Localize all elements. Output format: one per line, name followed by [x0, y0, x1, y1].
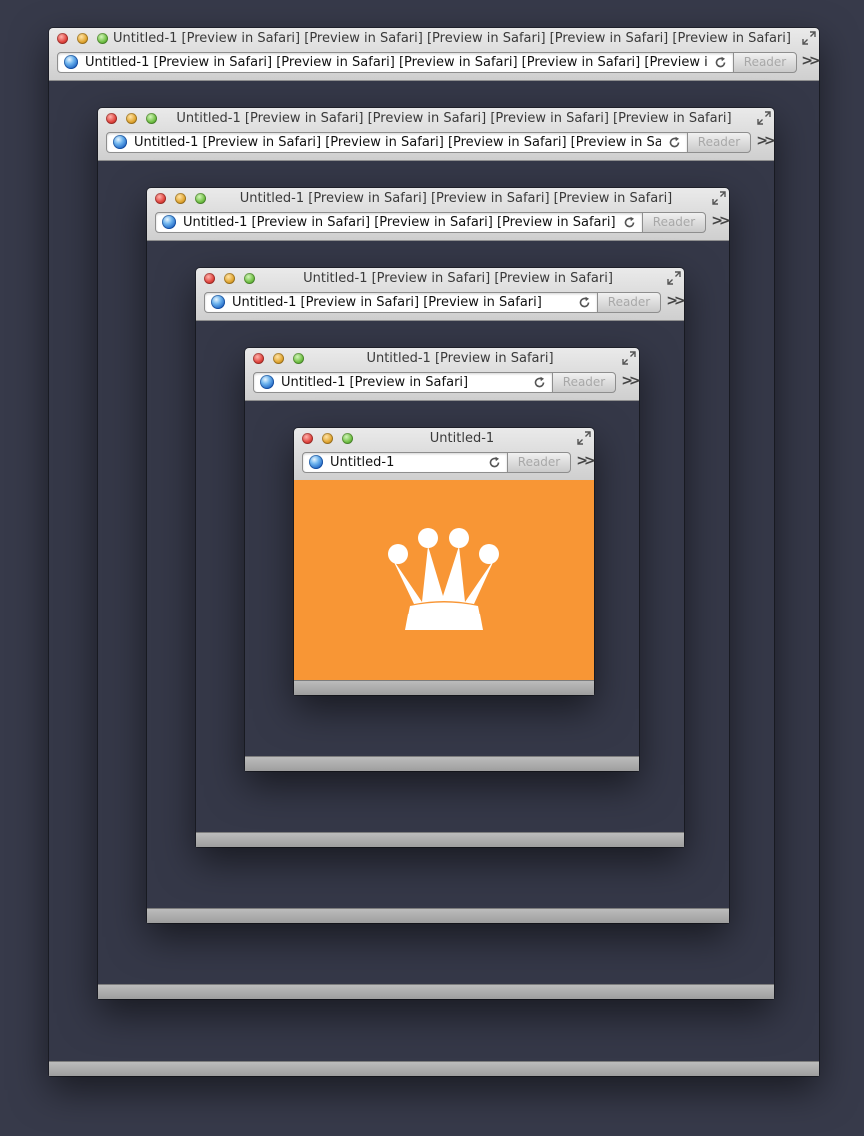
- zoom-button[interactable]: [97, 33, 108, 44]
- address-bar[interactable]: Untitled-1: [302, 452, 508, 473]
- window-toolbar: Untitled-1 [Preview in Safari] [Preview …: [196, 268, 686, 321]
- globe-icon: [260, 375, 274, 389]
- minimize-button[interactable]: [273, 353, 284, 364]
- page-content: [294, 480, 594, 680]
- status-bar: [98, 984, 774, 999]
- fullscreen-icon[interactable]: [622, 351, 636, 365]
- reader-button[interactable]: Reader: [597, 292, 661, 313]
- window-title: Untitled-1 [Preview in Safari] [Preview …: [113, 31, 791, 46]
- chevron-more-icon[interactable]: >>: [801, 54, 820, 68]
- fullscreen-icon[interactable]: [667, 271, 681, 285]
- reader-button[interactable]: Reader: [687, 132, 751, 153]
- chevron-more-icon[interactable]: >>: [666, 294, 685, 308]
- minimize-button[interactable]: [175, 193, 186, 204]
- status-bar: [147, 908, 729, 923]
- reload-icon[interactable]: [488, 456, 501, 469]
- address-field[interactable]: Untitled-1 [Preview in Safari] [Preview …: [85, 53, 707, 72]
- address-field[interactable]: Untitled-1 [Preview in Safari]: [281, 373, 526, 392]
- zoom-button[interactable]: [293, 353, 304, 364]
- address-bar[interactable]: Untitled-1 [Preview in Safari] [Preview …: [204, 292, 598, 313]
- chevron-more-icon[interactable]: >>: [576, 454, 595, 468]
- reader-button[interactable]: Reader: [733, 52, 797, 73]
- close-button[interactable]: [106, 113, 117, 124]
- fullscreen-icon[interactable]: [577, 431, 591, 445]
- chevron-more-icon[interactable]: >>: [711, 214, 730, 228]
- window-toolbar: Untitled-1 [Preview in Safari] [Preview …: [49, 28, 821, 81]
- minimize-button[interactable]: [224, 273, 235, 284]
- address-bar[interactable]: Untitled-1 [Preview in Safari] [Preview …: [106, 132, 688, 153]
- window-toolbar: Untitled-1 [Preview in Safari] [Preview …: [98, 108, 776, 161]
- address-field[interactable]: Untitled-1 [Preview in Safari] [Preview …: [183, 213, 616, 232]
- reload-icon[interactable]: [623, 216, 636, 229]
- fullscreen-icon[interactable]: [757, 111, 771, 125]
- reader-button[interactable]: Reader: [507, 452, 571, 473]
- crown-icon: [388, 528, 499, 630]
- chevron-more-icon[interactable]: >>: [756, 134, 775, 148]
- reload-icon[interactable]: [714, 56, 727, 69]
- minimize-button[interactable]: [77, 33, 88, 44]
- close-button[interactable]: [253, 353, 264, 364]
- reload-icon[interactable]: [578, 296, 591, 309]
- close-button[interactable]: [302, 433, 313, 444]
- close-button[interactable]: [204, 273, 215, 284]
- window-title: Untitled-1: [429, 431, 495, 446]
- address-bar[interactable]: Untitled-1 [Preview in Safari] [Preview …: [57, 52, 734, 73]
- address-field[interactable]: Untitled-1 [Preview in Safari] [Preview …: [134, 133, 661, 152]
- address-field[interactable]: Untitled-1: [330, 453, 481, 472]
- globe-icon: [162, 215, 176, 229]
- zoom-button[interactable]: [244, 273, 255, 284]
- window-title: Untitled-1 [Preview in Safari]: [366, 351, 554, 366]
- address-bar[interactable]: Untitled-1 [Preview in Safari] [Preview …: [155, 212, 643, 233]
- minimize-button[interactable]: [126, 113, 137, 124]
- reader-button[interactable]: Reader: [552, 372, 616, 393]
- fullscreen-icon[interactable]: [712, 191, 726, 205]
- window-title: Untitled-1 [Preview in Safari] [Preview …: [239, 191, 673, 206]
- window-title: Untitled-1 [Preview in Safari] [Preview …: [176, 111, 732, 126]
- reload-icon[interactable]: [533, 376, 546, 389]
- chevron-more-icon[interactable]: >>: [621, 374, 640, 388]
- window-toolbar: Untitled-1 Untitled-1 Reader >>: [294, 428, 596, 481]
- status-bar: [49, 1061, 819, 1076]
- minimize-button[interactable]: [322, 433, 333, 444]
- globe-icon: [211, 295, 225, 309]
- address-field[interactable]: Untitled-1 [Preview in Safari] [Preview …: [232, 293, 571, 312]
- safari-window-6: Untitled-1 Untitled-1 Reader >>: [294, 428, 596, 695]
- close-button[interactable]: [155, 193, 166, 204]
- reload-icon[interactable]: [668, 136, 681, 149]
- zoom-button[interactable]: [146, 113, 157, 124]
- window-toolbar: Untitled-1 [Preview in Safari] [Preview …: [147, 188, 731, 241]
- status-bar: [196, 832, 684, 847]
- window-toolbar: Untitled-1 [Preview in Safari] Untitled-…: [245, 348, 641, 401]
- reader-button[interactable]: Reader: [642, 212, 706, 233]
- close-button[interactable]: [57, 33, 68, 44]
- window-title: Untitled-1 [Preview in Safari] [Preview …: [303, 271, 613, 286]
- globe-icon: [113, 135, 127, 149]
- globe-icon: [309, 455, 323, 469]
- zoom-button[interactable]: [342, 433, 353, 444]
- fullscreen-icon[interactable]: [802, 31, 816, 45]
- status-bar: [245, 756, 639, 771]
- status-bar: [294, 680, 594, 695]
- globe-icon: [64, 55, 78, 69]
- address-bar[interactable]: Untitled-1 [Preview in Safari]: [253, 372, 553, 393]
- zoom-button[interactable]: [195, 193, 206, 204]
